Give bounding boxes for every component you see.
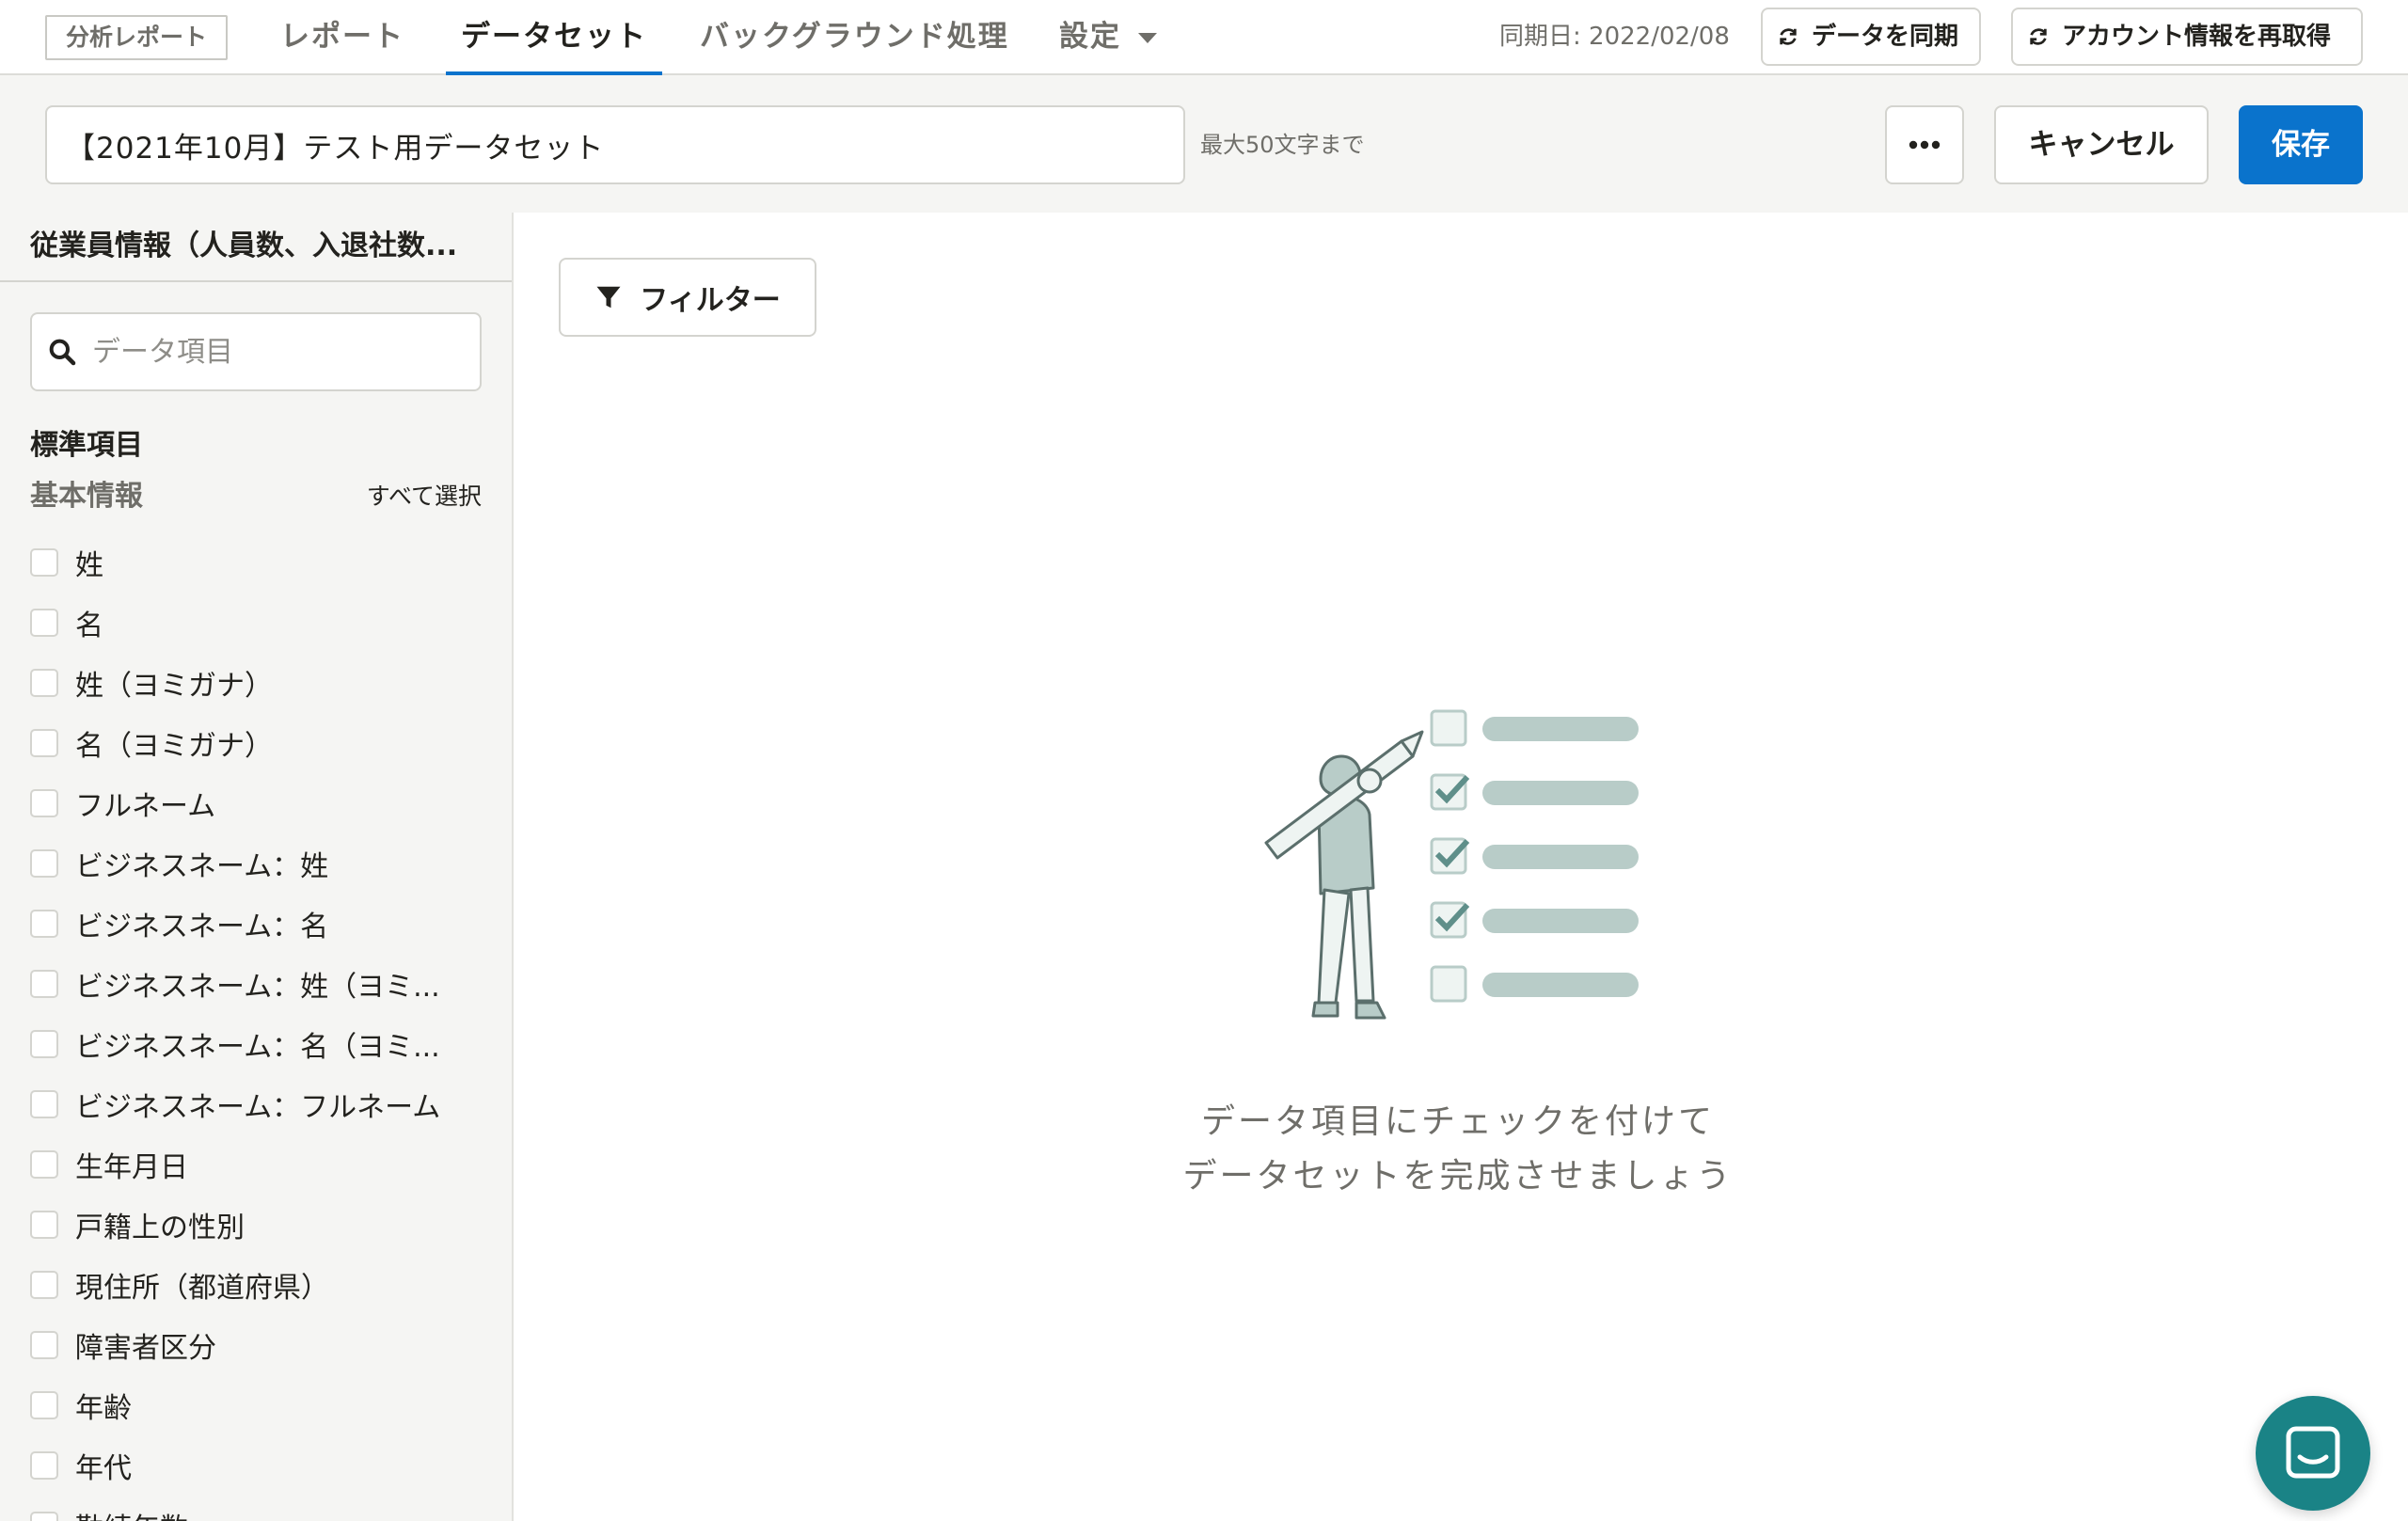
list-item[interactable]: 名（ヨミガナ） (30, 713, 491, 773)
field-label: ビジネスネーム：名 (75, 911, 329, 943)
field-checkbox[interactable] (30, 1030, 58, 1058)
dataset-name-input[interactable] (45, 105, 1185, 184)
field-list: 姓 名 姓（ヨミガナ） 名（ヨミガナ） フルネーム ビジネスネーム：姓 ビジネス… (30, 532, 491, 1521)
field-checkbox[interactable] (30, 789, 58, 817)
refresh-icon (1780, 28, 1797, 45)
field-sidebar: 従業員情報（人員数、入退社数... 標準項目 基本情報 すべて選択 姓 名 姓（… (0, 213, 514, 1521)
filter-label: フィルター (640, 284, 781, 317)
top-navigation: 分析レポート レポート データセット バックグラウンド処理 設定 同期日: 20… (0, 0, 2408, 77)
section-heading: 標準項目 (30, 429, 143, 462)
search-icon (49, 339, 76, 366)
field-checkbox[interactable] (30, 729, 58, 757)
chat-icon (2286, 1426, 2340, 1479)
list-item[interactable]: ビジネスネーム：姓（ヨミ... (30, 954, 491, 1014)
person-figure (1264, 730, 1424, 1020)
cancel-button[interactable]: キャンセル (1994, 105, 2209, 184)
sync-data-button[interactable]: データを同期 (1761, 8, 1981, 66)
field-checkbox[interactable] (30, 1090, 58, 1118)
field-label: 現住所（都道府県） (75, 1272, 329, 1305)
field-label: 勤続年数 (75, 1505, 188, 1521)
reacquire-account-button[interactable]: アカウント情報を再取得 (2011, 8, 2363, 66)
field-checkbox[interactable] (30, 548, 58, 577)
sync-data-label: データを同期 (1812, 23, 1959, 51)
list-item[interactable]: 姓（ヨミガナ） (30, 653, 491, 713)
sync-date: 同期日: 2022/02/08 (1499, 23, 1730, 51)
field-checkbox[interactable] (30, 609, 58, 637)
field-label: 生年月日 (75, 1151, 188, 1184)
tab-settings[interactable]: 設定 (1059, 0, 1157, 75)
ellipsis-icon (1909, 140, 1941, 150)
search-input[interactable] (92, 335, 468, 369)
list-item[interactable]: ビジネスネーム：名 (30, 894, 491, 954)
list-item[interactable]: 戸籍上の性別 (30, 1195, 491, 1255)
field-label: 名 (75, 610, 103, 642)
list-item[interactable]: 姓 (30, 532, 491, 593)
list-item[interactable]: 年齢 (30, 1375, 491, 1435)
list-item[interactable]: フルネーム (30, 773, 491, 833)
field-label: 名（ヨミガナ） (75, 730, 273, 763)
dataset-name-bar: 最大50文字まで キャンセル 保存 (0, 75, 2408, 213)
field-label: 戸籍上の性別 (75, 1212, 245, 1244)
tab-background-processing[interactable]: バックグラウンド処理 (700, 0, 1009, 75)
char-limit-hint: 最大50文字まで (1200, 132, 1365, 158)
sidebar-title[interactable]: 従業員情報（人員数、入退社数... (0, 213, 512, 282)
field-checkbox[interactable] (30, 1331, 58, 1359)
field-label: 姓 (75, 549, 103, 582)
field-search[interactable] (30, 312, 482, 391)
chat-support-button[interactable] (2256, 1396, 2370, 1511)
list-item[interactable]: 生年月日 (30, 1134, 491, 1195)
field-label: 年代 (75, 1452, 132, 1485)
empty-state-message: データ項目にチェックを付けて データセットを完成させましょう (1091, 1095, 1825, 1204)
list-item[interactable]: 勤続年数 (30, 1496, 491, 1521)
field-checkbox[interactable] (30, 669, 58, 697)
checklist-illustration (1264, 709, 1639, 1020)
field-checkbox[interactable] (30, 1451, 58, 1480)
list-item[interactable]: ビジネスネーム：姓 (30, 833, 491, 894)
field-label: フルネーム (75, 790, 216, 823)
field-checkbox[interactable] (30, 1150, 58, 1179)
field-label: ビジネスネーム：名（ヨミ... (75, 1031, 440, 1064)
reacquire-account-label: アカウント情報を再取得 (2062, 23, 2332, 51)
filter-icon (596, 286, 621, 309)
field-label: 年齢 (75, 1392, 132, 1425)
field-checkbox[interactable] (30, 970, 58, 998)
list-item[interactable]: 名 (30, 593, 491, 653)
filter-button[interactable]: フィルター (559, 258, 816, 337)
field-label: ビジネスネーム：姓 (75, 850, 329, 883)
field-checkbox[interactable] (30, 910, 58, 938)
field-label: 姓（ヨミガナ） (75, 670, 273, 703)
list-item[interactable]: ビジネスネーム：名（ヨミ... (30, 1014, 491, 1074)
empty-state-line-1: データ項目にチェックを付けて (1200, 1102, 1715, 1141)
list-item[interactable]: 現住所（都道府県） (30, 1255, 491, 1315)
field-checkbox[interactable] (30, 1512, 58, 1521)
list-item[interactable]: 年代 (30, 1435, 491, 1496)
list-item[interactable]: 障害者区分 (30, 1315, 491, 1375)
refresh-icon (2030, 28, 2047, 45)
field-checkbox[interactable] (30, 1211, 58, 1239)
field-checkbox[interactable] (30, 1391, 58, 1419)
tab-dataset[interactable]: データセット (446, 0, 662, 77)
field-checkbox[interactable] (30, 1271, 58, 1299)
group-label: 基本情報 (30, 480, 143, 513)
checklist-rows (1430, 709, 1639, 1003)
tab-settings-label: 設定 (1059, 20, 1121, 54)
field-label: 障害者区分 (75, 1332, 216, 1365)
caret-down-icon (1138, 33, 1157, 43)
field-checkbox[interactable] (30, 849, 58, 878)
group-header: 基本情報 すべて選択 (30, 476, 482, 517)
field-label: ビジネスネーム：姓（ヨミ... (75, 971, 440, 1004)
field-label: ビジネスネーム：フルネーム (75, 1091, 441, 1124)
more-options-button[interactable] (1885, 105, 1964, 184)
select-all-link[interactable]: すべて選択 (367, 476, 482, 517)
app-brand-tag[interactable]: 分析レポート (45, 15, 229, 60)
list-item[interactable]: ビジネスネーム：フルネーム (30, 1074, 491, 1134)
tab-report[interactable]: レポート (280, 0, 404, 75)
empty-state-line-2: データセットを完成させましょう (1182, 1157, 1734, 1196)
save-button[interactable]: 保存 (2239, 105, 2363, 184)
